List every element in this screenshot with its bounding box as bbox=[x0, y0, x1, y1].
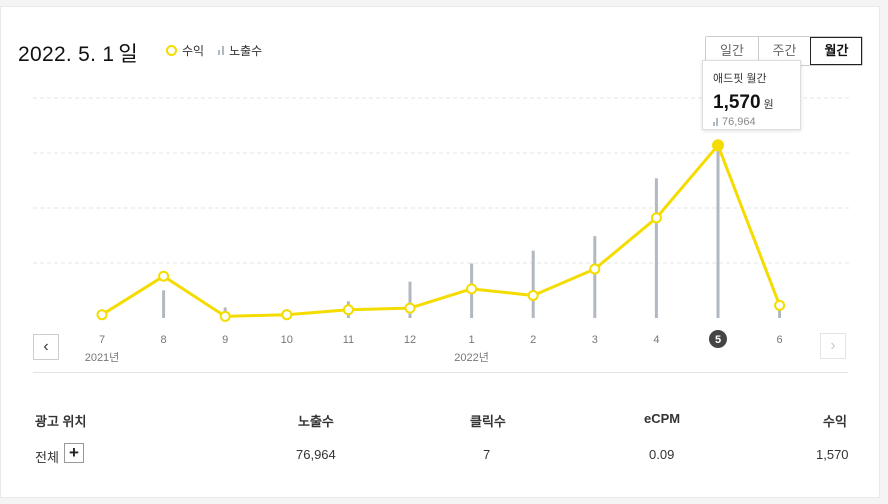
divider bbox=[33, 372, 848, 373]
cell-ecpm: 0.09 bbox=[649, 447, 675, 462]
revenue-line bbox=[101, 143, 781, 318]
revenue-point bbox=[404, 302, 416, 314]
x-tick-label: 7 bbox=[99, 334, 105, 346]
col-header-revenue: 수익 bbox=[823, 414, 847, 429]
col-header-clicks: 클릭수 bbox=[470, 414, 506, 429]
impressions-bar bbox=[716, 148, 720, 318]
revenue-point bbox=[527, 289, 539, 301]
chevron-right-icon: › bbox=[830, 337, 836, 354]
year-label: 2022년 bbox=[454, 351, 489, 364]
tooltip-value-row: 1,570 원 bbox=[713, 92, 790, 114]
col-header-ecpm: eCPM bbox=[644, 411, 681, 426]
impressions-bar bbox=[531, 250, 535, 318]
x-tick-label: 12 bbox=[404, 334, 416, 346]
x-tick-label: 3 bbox=[592, 334, 598, 346]
x-tick-label: 1 bbox=[469, 334, 475, 346]
col-header-impressions: 노출수 bbox=[298, 414, 334, 429]
tooltip-title: 애드핏 월간 bbox=[713, 73, 767, 85]
impressions-bar bbox=[162, 290, 166, 318]
chart-tooltip: 애드핏 월간 1,570 원 76,964 bbox=[702, 60, 801, 130]
revenue-point bbox=[589, 263, 601, 275]
tooltip-impressions: 76,964 bbox=[722, 116, 756, 128]
revenue-point bbox=[158, 270, 170, 282]
x-tick-label: 9 bbox=[222, 334, 228, 346]
x-tick-label: 5 bbox=[715, 334, 721, 346]
cell-revenue: 1,570 bbox=[816, 447, 849, 462]
x-tick-label: 10 bbox=[281, 334, 293, 346]
x-tick-label: 11 bbox=[343, 334, 354, 346]
impressions-bar bbox=[593, 236, 597, 318]
revenue-point bbox=[281, 309, 293, 321]
tooltip-unit: 원 bbox=[763, 99, 774, 111]
revenue-point bbox=[650, 212, 662, 224]
bar-chart-icon bbox=[713, 118, 718, 126]
expand-row-button[interactable]: + bbox=[64, 443, 84, 463]
chevron-left-icon: ‹ bbox=[43, 338, 49, 355]
revenue-point bbox=[466, 283, 478, 295]
impressions-bar bbox=[654, 178, 658, 318]
x-tick-label: 6 bbox=[777, 334, 783, 346]
revenue-point bbox=[219, 310, 231, 322]
col-header-placement: 광고 위치 bbox=[35, 414, 87, 429]
revenue-point bbox=[96, 309, 108, 321]
x-tick-label: 4 bbox=[653, 334, 659, 346]
cell-clicks: 7 bbox=[483, 447, 491, 462]
tooltip-impressions-row: 76,964 bbox=[713, 116, 790, 128]
cell-impressions: 76,964 bbox=[296, 447, 336, 462]
x-tick-label: 8 bbox=[161, 334, 167, 346]
year-label: 2021년 bbox=[85, 351, 120, 364]
x-tick-label: 2 bbox=[530, 334, 536, 346]
prev-period-button[interactable]: ‹ bbox=[33, 334, 59, 360]
row-label: 전체 bbox=[35, 450, 59, 465]
revenue-point bbox=[342, 304, 354, 316]
tooltip-value: 1,570 bbox=[713, 92, 761, 113]
revenue-point bbox=[774, 299, 786, 311]
revenue-point bbox=[712, 139, 724, 152]
next-period-button[interactable]: › bbox=[820, 333, 846, 359]
